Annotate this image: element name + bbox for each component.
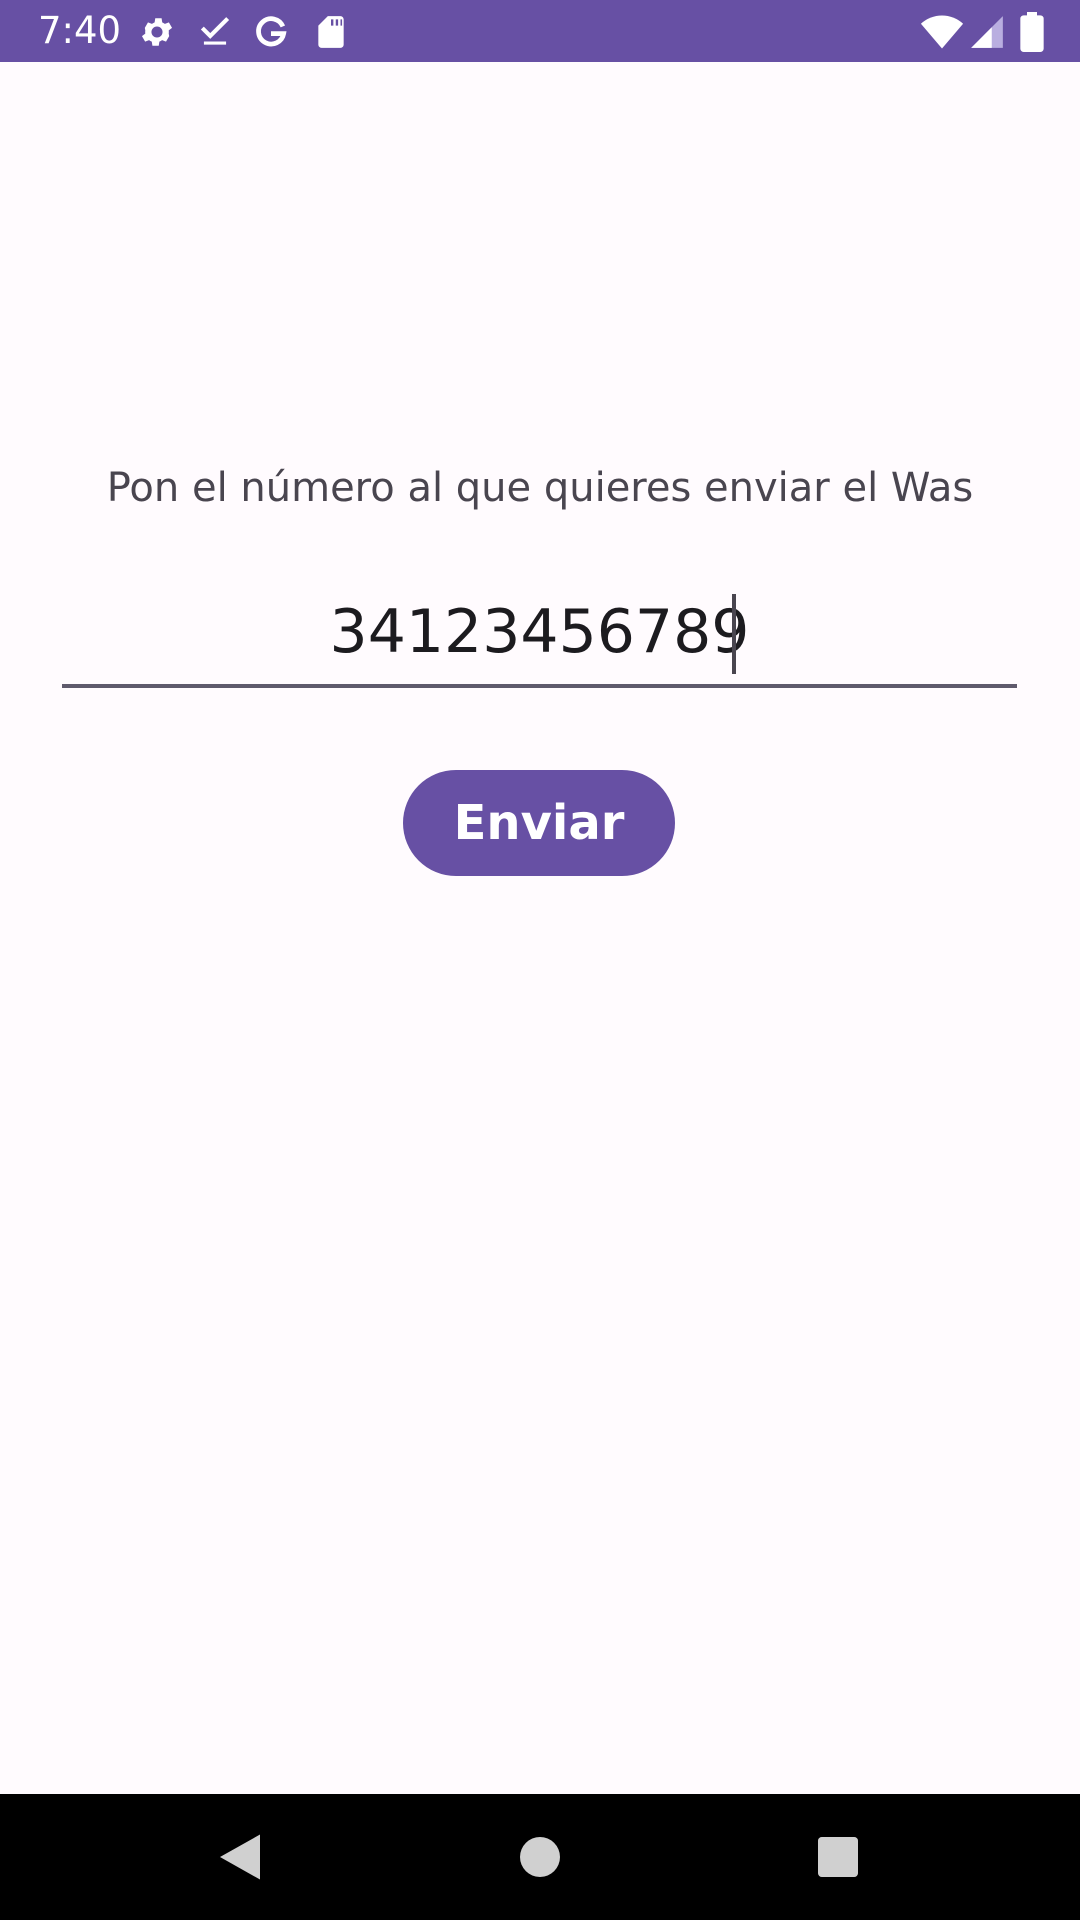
field-underline — [62, 684, 1017, 688]
sd-card-icon — [312, 13, 350, 51]
send-button[interactable]: Enviar — [403, 770, 675, 876]
phone-number-input[interactable] — [62, 580, 1017, 684]
status-time: 7:40 — [38, 9, 122, 52]
back-icon[interactable] — [210, 1827, 270, 1887]
download-done-icon — [196, 13, 234, 51]
home-icon[interactable] — [510, 1827, 570, 1887]
gear-icon — [138, 13, 176, 51]
navigation-bar — [0, 1794, 1080, 1920]
battery-icon — [1018, 12, 1046, 52]
google-icon — [252, 13, 290, 51]
prompt-label: Pon el número al que quieres enviar el W… — [106, 465, 974, 511]
app-screen: 7:40 Pon el número al que quieres enviar… — [0, 0, 1080, 1920]
status-bar: 7:40 — [0, 0, 1080, 62]
text-cursor — [732, 594, 736, 674]
wifi-icon — [920, 10, 964, 54]
recents-icon[interactable] — [808, 1827, 868, 1887]
cellular-signal-icon — [968, 12, 1006, 52]
phone-number-field[interactable] — [62, 580, 1017, 688]
